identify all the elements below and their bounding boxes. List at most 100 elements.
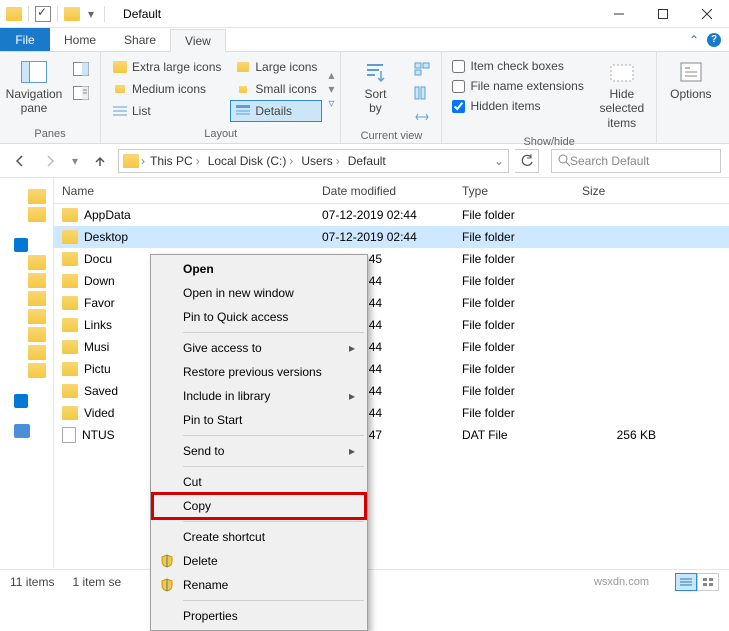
ctx-pin-quick-access[interactable]: Pin to Quick access: [153, 305, 365, 329]
ctx-copy[interactable]: Copy: [153, 494, 365, 518]
tab-file[interactable]: File: [0, 28, 50, 51]
row-type: File folder: [462, 406, 515, 420]
ctx-rename[interactable]: Rename: [153, 573, 365, 597]
forward-button[interactable]: [38, 149, 62, 173]
layout-more-icon[interactable]: ▿: [328, 96, 334, 110]
ctx-create-shortcut[interactable]: Create shortcut: [153, 525, 365, 549]
hidden-items-checkbox[interactable]: [452, 100, 465, 113]
crumb-this-pc[interactable]: This PC›: [147, 154, 203, 168]
tree-folder-icon[interactable]: [28, 309, 46, 324]
column-size[interactable]: Size: [574, 178, 664, 203]
ctx-pin-start[interactable]: Pin to Start: [153, 408, 365, 432]
address-bar[interactable]: › This PC› Local Disk (C:)› Users› Defau…: [118, 149, 509, 173]
group-panes-label: Panes: [6, 126, 94, 143]
tree-folder-icon[interactable]: [28, 273, 46, 288]
tab-home[interactable]: Home: [50, 28, 110, 51]
ctx-separator: [183, 466, 364, 467]
item-check-boxes-checkbox[interactable]: [452, 60, 465, 73]
ctx-give-access[interactable]: Give access to▸: [153, 336, 365, 360]
tree-folder-icon[interactable]: [28, 363, 46, 378]
ctx-cut[interactable]: Cut: [153, 470, 365, 494]
crumb-local-disk[interactable]: Local Disk (C:)›: [205, 154, 297, 168]
layout-large[interactable]: Large icons: [230, 56, 322, 78]
search-input[interactable]: [570, 154, 714, 168]
tree-pc-icon[interactable]: [14, 424, 30, 438]
ctx-restore-versions[interactable]: Restore previous versions: [153, 360, 365, 384]
refresh-button[interactable]: [515, 149, 539, 173]
status-item-count: 11 items: [10, 575, 54, 589]
layout-scroll-down-icon[interactable]: ▾: [328, 82, 334, 96]
preview-pane-button[interactable]: [68, 58, 94, 80]
search-icon: [558, 154, 570, 167]
qat-overflow-icon[interactable]: ▾: [84, 7, 98, 21]
tree-folder-icon[interactable]: [28, 327, 46, 342]
add-columns-button[interactable]: [409, 82, 435, 104]
ctx-delete[interactable]: Delete: [153, 549, 365, 573]
recent-locations-button[interactable]: ▾: [68, 149, 82, 173]
ctx-properties[interactable]: Properties: [153, 604, 365, 628]
ctx-include-library[interactable]: Include in library▸: [153, 384, 365, 408]
back-button[interactable]: [8, 149, 32, 173]
crumb-default[interactable]: Default: [345, 154, 389, 168]
tree-folder-icon[interactable]: [28, 345, 46, 360]
ctx-open-new-window[interactable]: Open in new window: [153, 281, 365, 305]
qat-checkbox-icon[interactable]: [35, 6, 51, 22]
navigation-pane-button[interactable]: Navigation pane: [6, 56, 62, 120]
tree-folder-icon[interactable]: [28, 291, 46, 306]
sort-by-button[interactable]: Sort by: [347, 56, 403, 128]
tree-folder-icon[interactable]: [28, 207, 46, 222]
minimize-button[interactable]: [597, 0, 641, 28]
size-columns-button[interactable]: [409, 106, 435, 128]
tree-folder-icon[interactable]: [28, 255, 46, 270]
hidden-items-toggle[interactable]: Hidden items: [448, 96, 587, 116]
tree-onedrive-icon[interactable]: [14, 238, 28, 252]
table-row[interactable]: AppData07-12-2019 02:44File folder: [54, 204, 729, 226]
crumb-users[interactable]: Users›: [298, 154, 342, 168]
details-view-toggle[interactable]: [675, 573, 697, 591]
details-pane-button[interactable]: [68, 82, 94, 104]
layout-medium[interactable]: Medium icons: [107, 78, 226, 100]
up-button[interactable]: [88, 149, 112, 173]
tree-folder-icon[interactable]: [28, 189, 46, 204]
thumbnails-view-toggle[interactable]: [697, 573, 719, 591]
column-type[interactable]: Type: [454, 178, 574, 203]
hide-selected-button[interactable]: Hide selected items: [594, 56, 650, 134]
help-icon[interactable]: ?: [707, 33, 721, 47]
maximize-button[interactable]: [641, 0, 685, 28]
layout-list[interactable]: List: [107, 100, 226, 122]
search-box[interactable]: [551, 149, 721, 173]
item-check-boxes-toggle[interactable]: Item check boxes: [448, 56, 587, 76]
address-dropdown-icon[interactable]: ⌄: [494, 154, 504, 168]
ribbon-collapse-icon[interactable]: ⌃: [689, 33, 699, 47]
tab-share[interactable]: Share: [110, 28, 170, 51]
group-by-button[interactable]: [409, 58, 435, 80]
chevron-right-icon[interactable]: ›: [141, 154, 145, 168]
row-date: 07-12-2019 02:44: [322, 208, 417, 222]
tree-onedrive-icon[interactable]: [14, 394, 28, 408]
tab-view[interactable]: View: [170, 29, 226, 52]
ribbon: Navigation pane Panes Extra large icons …: [0, 52, 729, 144]
row-type: File folder: [462, 340, 515, 354]
table-row[interactable]: Desktop07-12-2019 02:44File folder: [54, 226, 729, 248]
options-button[interactable]: Options: [663, 56, 719, 105]
close-button[interactable]: [685, 0, 729, 28]
row-name: Favor: [84, 296, 115, 310]
navigation-tree[interactable]: [0, 178, 54, 568]
file-name-extensions-toggle[interactable]: File name extensions: [448, 76, 587, 96]
column-name[interactable]: Name: [54, 178, 314, 203]
ctx-send-to[interactable]: Send to▸: [153, 439, 365, 463]
file-name-extensions-checkbox[interactable]: [452, 80, 465, 93]
ctx-open[interactable]: Open: [153, 257, 365, 281]
small-icons-icon: [235, 81, 251, 97]
column-date[interactable]: Date modified: [314, 178, 454, 203]
layout-extra-large[interactable]: Extra large icons: [107, 56, 226, 78]
folder-icon: [62, 406, 78, 420]
hide-selected-icon: [608, 60, 636, 84]
row-name: Down: [84, 274, 115, 288]
layout-small[interactable]: Small icons: [230, 78, 322, 100]
row-type: File folder: [462, 230, 515, 244]
sort-by-label: Sort by: [364, 87, 386, 116]
layout-scroll-up-icon[interactable]: ▴: [328, 68, 334, 82]
layout-details[interactable]: Details: [230, 100, 322, 122]
group-current-view: Sort by Current view: [341, 52, 442, 143]
